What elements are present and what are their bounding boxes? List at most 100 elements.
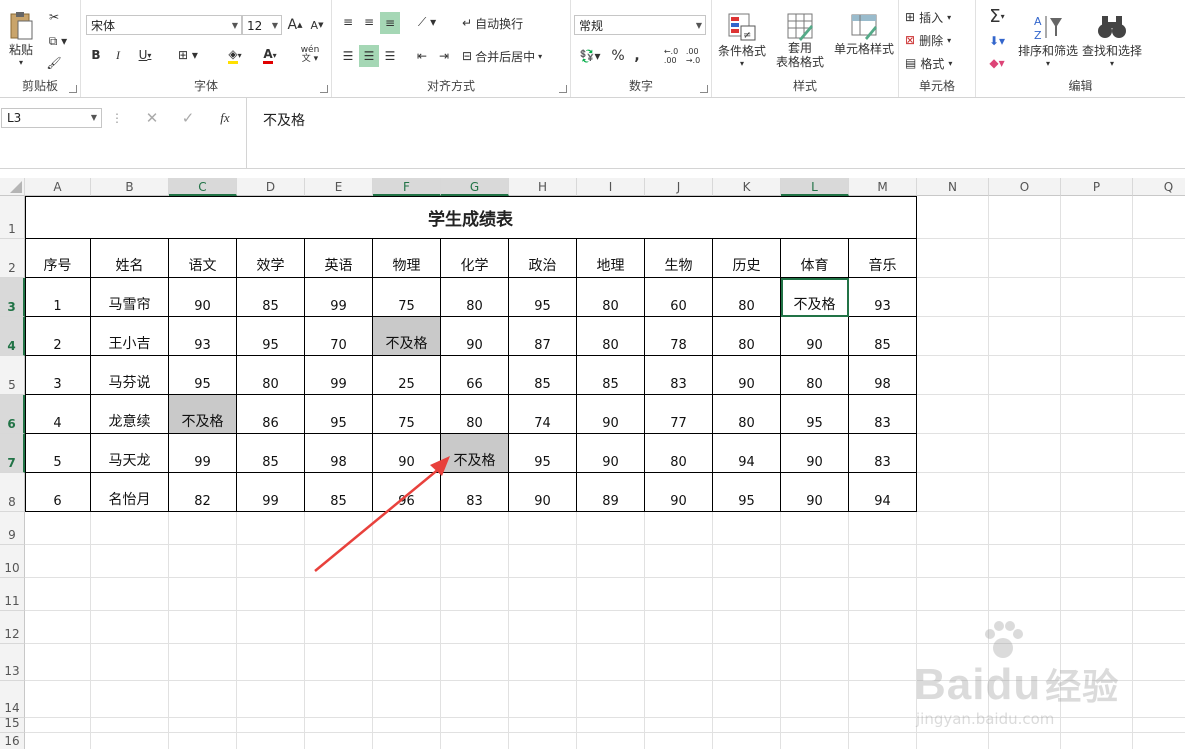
row-header-1[interactable]: 1 [0, 196, 25, 239]
table-cell[interactable]: 不及格 [169, 395, 237, 434]
align-middle-button[interactable]: ≡ [359, 12, 379, 32]
table-cell[interactable]: 95 [169, 356, 237, 395]
cell-o1[interactable] [989, 196, 1061, 239]
cell-m15[interactable] [849, 718, 917, 733]
clear-button[interactable]: ◆▾ [980, 53, 1014, 73]
cell-i14[interactable] [577, 681, 645, 718]
table-cell[interactable]: 95 [237, 317, 305, 356]
cell-i12[interactable] [577, 611, 645, 644]
cell-n11[interactable] [917, 578, 989, 611]
row-header-9[interactable]: 9 [0, 512, 25, 545]
cell-j14[interactable] [645, 681, 713, 718]
copy-button[interactable]: ⧉ ▾ [44, 32, 72, 50]
cell-p3[interactable] [1061, 278, 1133, 317]
format-as-table-button[interactable]: 套用 表格格式 [768, 6, 832, 74]
table-cell[interactable]: 99 [305, 356, 373, 395]
table-cell[interactable]: 90 [577, 434, 645, 473]
column-header-d[interactable]: D [237, 178, 305, 196]
font-launcher-icon[interactable] [320, 85, 328, 93]
cell-j16[interactable] [645, 733, 713, 749]
table-cell[interactable]: 83 [849, 434, 917, 473]
cell-g10[interactable] [441, 545, 509, 578]
table-cell[interactable]: 98 [305, 434, 373, 473]
insert-function-button[interactable]: fx [212, 108, 238, 128]
cell-k16[interactable] [713, 733, 781, 749]
cell-q6[interactable] [1133, 395, 1185, 434]
row-header-6[interactable]: 6 [0, 395, 25, 434]
table-cell[interactable]: 80 [441, 278, 509, 317]
cell-d13[interactable] [237, 644, 305, 681]
table-cell[interactable]: 80 [441, 395, 509, 434]
cell-q7[interactable] [1133, 434, 1185, 473]
table-cell[interactable]: 马芬说 [91, 356, 169, 395]
cell-p8[interactable] [1061, 473, 1133, 512]
table-cell[interactable]: 不及格 [373, 317, 441, 356]
cell-a13[interactable] [25, 644, 91, 681]
table-cell[interactable]: 90 [373, 434, 441, 473]
row-header-16[interactable]: 16 [0, 733, 25, 749]
autosum-button[interactable]: Σ ▾ [980, 6, 1014, 27]
table-cell[interactable]: 5 [25, 434, 91, 473]
cell-l11[interactable] [781, 578, 849, 611]
row-header-10[interactable]: 10 [0, 545, 25, 578]
align-top-button[interactable]: ≡ [338, 12, 358, 32]
cell-b10[interactable] [91, 545, 169, 578]
cell-n3[interactable] [917, 278, 989, 317]
table-cell[interactable]: 95 [305, 395, 373, 434]
cell-g13[interactable] [441, 644, 509, 681]
cell-q2[interactable] [1133, 239, 1185, 278]
cell-g16[interactable] [441, 733, 509, 749]
row-header-7[interactable]: 7 [0, 434, 25, 473]
table-cell[interactable]: 90 [509, 473, 577, 512]
table-cell[interactable]: 94 [849, 473, 917, 512]
header-cell[interactable]: 音乐 [849, 239, 917, 278]
table-cell[interactable]: 80 [713, 317, 781, 356]
table-cell[interactable]: 99 [169, 434, 237, 473]
table-cell[interactable]: 78 [645, 317, 713, 356]
cell-n9[interactable] [917, 512, 989, 545]
table-cell[interactable]: 80 [645, 434, 713, 473]
table-cell[interactable]: 85 [305, 473, 373, 512]
cell-a15[interactable] [25, 718, 91, 733]
cell-c12[interactable] [169, 611, 237, 644]
row-header-2[interactable]: 2 [0, 239, 25, 278]
table-cell[interactable]: 80 [577, 278, 645, 317]
underline-button[interactable]: U ▾ [131, 45, 159, 65]
cell-n14[interactable] [917, 681, 989, 718]
cell-q5[interactable] [1133, 356, 1185, 395]
cell-h10[interactable] [509, 545, 577, 578]
table-cell[interactable]: 86 [237, 395, 305, 434]
cell-p6[interactable] [1061, 395, 1133, 434]
confirm-entry-button[interactable]: ✓ [176, 108, 200, 128]
align-center-button[interactable]: ☰ [359, 45, 379, 67]
alignment-launcher-icon[interactable] [559, 85, 567, 93]
cell-c11[interactable] [169, 578, 237, 611]
table-cell[interactable]: 80 [713, 278, 781, 317]
cell-j11[interactable] [645, 578, 713, 611]
table-cell[interactable]: 98 [849, 356, 917, 395]
cell-e9[interactable] [305, 512, 373, 545]
row-header-3[interactable]: 3 [0, 278, 25, 317]
table-cell[interactable]: 93 [849, 278, 917, 317]
table-cell[interactable]: 90 [169, 278, 237, 317]
cell-m16[interactable] [849, 733, 917, 749]
cell-o14[interactable] [989, 681, 1061, 718]
column-header-m[interactable]: M [849, 178, 917, 196]
cell-j13[interactable] [645, 644, 713, 681]
align-left-button[interactable]: ☰ [338, 45, 358, 67]
table-cell[interactable]: 不及格 [441, 434, 509, 473]
header-cell[interactable]: 体育 [781, 239, 849, 278]
borders-button[interactable]: ⊞ ▾ [171, 45, 205, 65]
table-cell[interactable]: 25 [373, 356, 441, 395]
cell-styles-button[interactable]: 单元格样式 [830, 6, 898, 62]
active-cell[interactable]: 不及格 [781, 278, 849, 317]
cell-b14[interactable] [91, 681, 169, 718]
cell-h16[interactable] [509, 733, 577, 749]
cell-h14[interactable] [509, 681, 577, 718]
table-cell[interactable]: 1 [25, 278, 91, 317]
table-cell[interactable]: 85 [237, 434, 305, 473]
cell-j10[interactable] [645, 545, 713, 578]
table-cell[interactable]: 6 [25, 473, 91, 512]
cell-o8[interactable] [989, 473, 1061, 512]
font-name-combo[interactable]: 宋体 ▼ [86, 15, 242, 35]
